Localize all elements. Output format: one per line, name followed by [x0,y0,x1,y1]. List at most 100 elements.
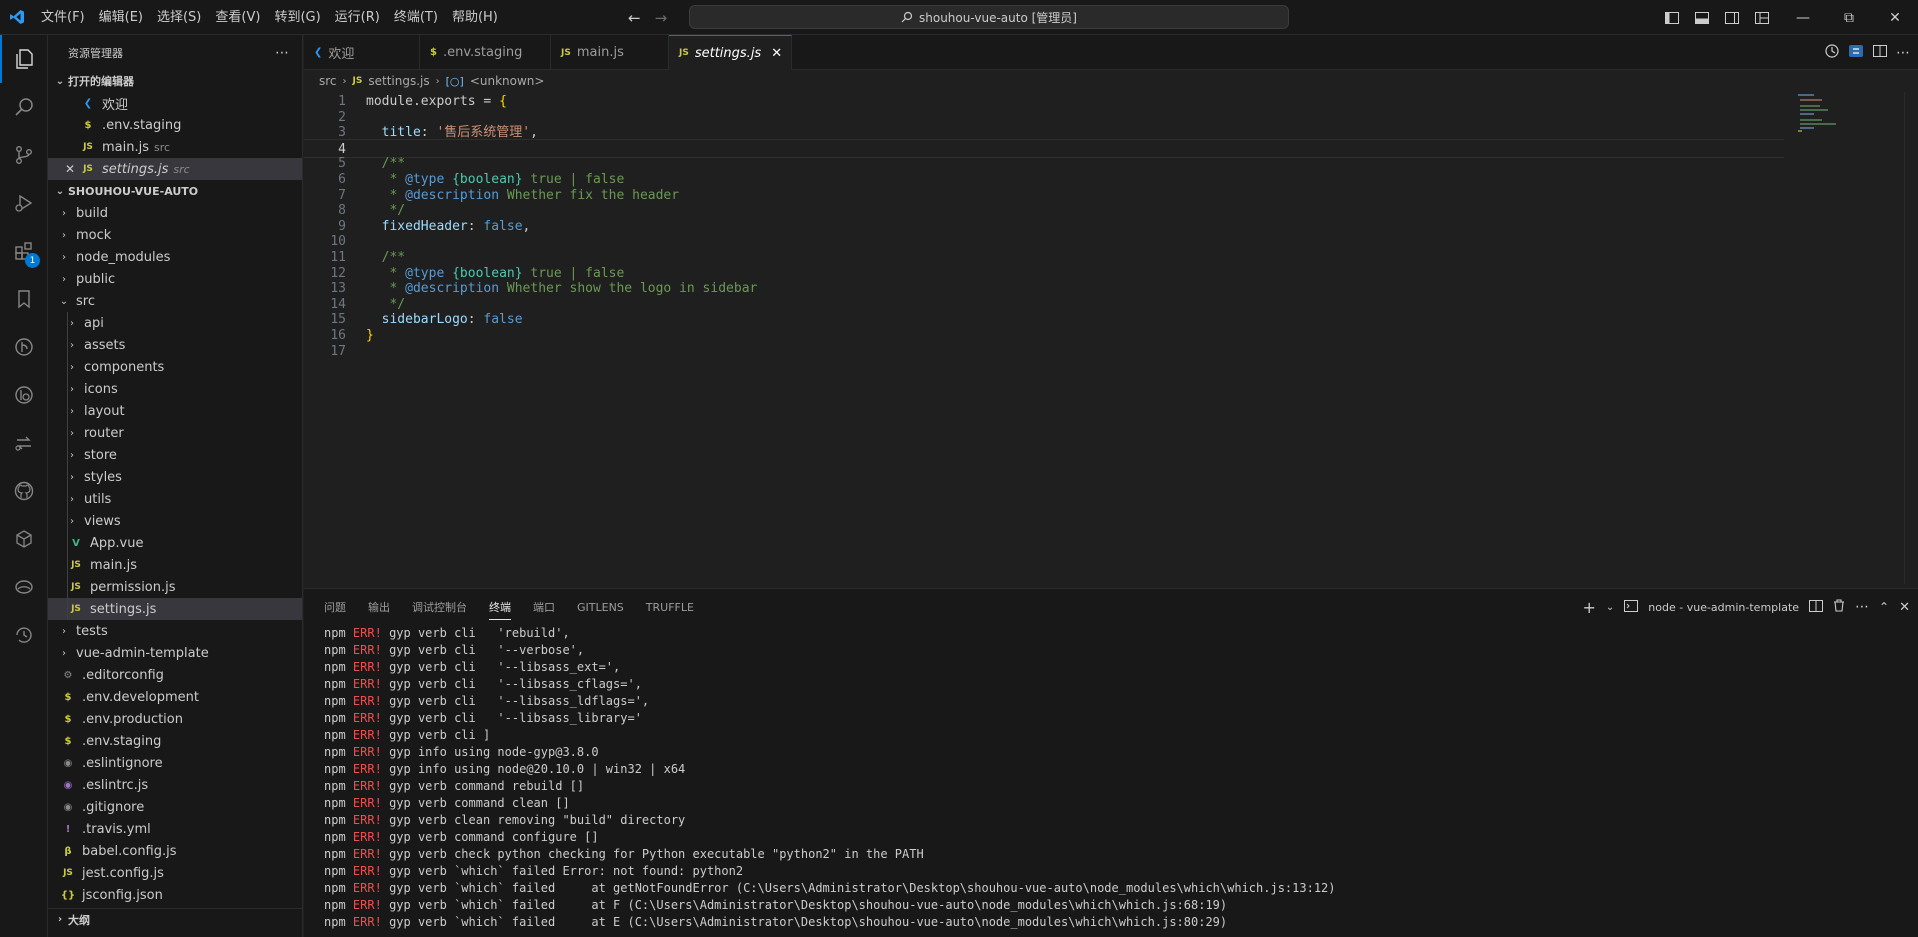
timeline-icon[interactable] [0,611,48,659]
run-debug-icon[interactable] [0,179,48,227]
editor-scrollbar[interactable] [1904,92,1914,584]
toggle-primary-sidebar-icon[interactable] [1660,0,1684,35]
tree-file[interactable]: JS jest.config.js [48,862,302,884]
tree-folder[interactable]: › layout [48,400,302,422]
open-editors-header[interactable]: ⌄ 打开的编辑器 [48,70,302,92]
menu-item[interactable]: 帮助(H) [445,0,505,35]
maximize-panel-icon[interactable]: ⌃ [1879,600,1889,614]
tree-file[interactable]: V App.vue [48,532,302,554]
tree-file[interactable]: ◉ .gitignore [48,796,302,818]
tree-file[interactable]: $ .env.staging [48,730,302,752]
tree-file[interactable]: ◉ .eslintrc.js [48,774,302,796]
breadcrumb-item[interactable]: <unknown> [470,74,545,88]
minimize-icon[interactable]: — [1780,0,1826,35]
tree-file[interactable]: β babel.config.js [48,840,302,862]
tree-folder[interactable]: › assets [48,334,302,356]
breadcrumb-item[interactable]: src [319,74,337,88]
tree-folder[interactable]: › styles [48,466,302,488]
breadcrumb-item[interactable]: settings.js [368,74,429,88]
menu-item[interactable]: 编辑(E) [92,0,150,35]
tree-file[interactable]: $ .env.development [48,686,302,708]
more-actions-icon[interactable]: ⋯ [1855,599,1869,615]
tree-file[interactable]: ⚙ .editorconfig [48,664,302,686]
tree-folder[interactable]: ⌄ src [48,290,302,312]
open-editor-item[interactable]: ❮ 欢迎 [48,92,302,114]
tree-folder[interactable]: › public [48,268,302,290]
tree-folder[interactable]: › mock [48,224,302,246]
cube-icon[interactable] [0,515,48,563]
editor-tab[interactable]: $ .env.staging [420,35,551,70]
split-editor-icon[interactable] [1872,43,1888,63]
menu-item[interactable]: 文件(F) [34,0,92,35]
toggle-panel-icon[interactable] [1690,0,1714,35]
close-icon[interactable]: ✕ [62,162,78,176]
open-editor-item[interactable]: JS main.js src [48,136,302,158]
panel-tab[interactable]: 问题 [324,599,346,615]
terminal-name[interactable]: node - vue-admin-template [1648,601,1799,614]
kill-terminal-icon[interactable] [1833,599,1845,615]
open-editor-item[interactable]: ✕ JS settings.js src [48,158,302,180]
more-actions-icon[interactable]: ⋯ [275,45,290,61]
remote-sync-icon[interactable] [0,419,48,467]
open-editor-item[interactable]: $ .env.staging [48,114,302,136]
tree-folder[interactable]: › store [48,444,302,466]
tree-file[interactable]: $ .env.production [48,708,302,730]
panel-tab[interactable]: TRUFFLE [646,601,694,614]
customize-layout-icon[interactable] [1750,0,1774,35]
tree-folder[interactable]: › router [48,422,302,444]
restore-icon[interactable]: ⧉ [1826,0,1872,35]
tree-folder[interactable]: › utils [48,488,302,510]
gitlens-icon[interactable] [0,323,48,371]
editor-tab[interactable]: JS settings.js ✕ [669,35,792,70]
menu-item[interactable]: 终端(T) [387,0,445,35]
tree-file[interactable]: ◉ .eslintignore [48,752,302,774]
chevron-down-icon[interactable]: ⌄ [1606,602,1614,613]
new-terminal-icon[interactable]: + [1583,598,1596,617]
more-actions-icon[interactable]: ⋯ [1896,45,1910,61]
tree-folder[interactable]: › views [48,510,302,532]
close-panel-icon[interactable]: ✕ [1899,600,1910,615]
panel-tab[interactable]: GITLENS [577,601,624,614]
panel-tab[interactable]: 端口 [533,599,555,615]
truffle-icon[interactable] [0,563,48,611]
github-icon[interactable] [0,467,48,515]
back-arrow-icon[interactable]: ← [628,9,641,27]
terminal-output[interactable]: npm ERR! gyp verb cli 'rebuild', npm ERR!… [324,625,1894,931]
minimap[interactable] [1790,92,1910,292]
editor-tab[interactable]: JS main.js [551,35,669,70]
close-tab-icon[interactable]: ✕ [771,46,782,61]
tree-folder[interactable]: › node_modules [48,246,302,268]
tree-file[interactable]: JS main.js [48,554,302,576]
gitlens-inspect-icon[interactable] [0,371,48,419]
bookmarks-icon[interactable] [0,275,48,323]
panel-tab[interactable]: 终端 [489,599,511,620]
command-center[interactable]: shouhou-vue-auto [管理员] [689,5,1289,29]
explorer-icon[interactable] [0,35,48,83]
tree-file[interactable]: {} jsconfig.json [48,884,302,906]
tree-file[interactable]: ! .travis.yml [48,818,302,840]
menu-item[interactable]: 运行(R) [328,0,387,35]
project-header[interactable]: ⌄ SHOUHOU-VUE-AUTO [48,180,302,202]
menu-item[interactable]: 选择(S) [150,0,208,35]
panel-tab[interactable]: 输出 [368,599,390,615]
timeline-history-icon[interactable] [1824,43,1840,63]
tree-folder[interactable]: › vue-admin-template [48,642,302,664]
forward-arrow-icon[interactable]: → [655,9,668,27]
toggle-secondary-sidebar-icon[interactable] [1720,0,1744,35]
tree-folder[interactable]: › components [48,356,302,378]
split-terminal-icon[interactable] [1809,599,1824,615]
tree-folder[interactable]: › build [48,202,302,224]
tree-file[interactable]: JS settings.js [48,598,302,620]
tree-file[interactable]: JS permission.js [48,576,302,598]
menu-item[interactable]: 查看(V) [208,0,267,35]
source-control-icon[interactable] [0,131,48,179]
outline-header[interactable]: › 大纲 [48,908,302,930]
close-window-icon[interactable]: ✕ [1872,0,1918,35]
editor-tab[interactable]: ❮ 欢迎 [304,35,420,70]
tree-folder[interactable]: › icons [48,378,302,400]
compare-changes-icon[interactable] [1848,43,1864,63]
menu-item[interactable]: 转到(G) [267,0,327,35]
search-view-icon[interactable] [0,83,48,131]
code-editor[interactable]: 1 module.exports = {2 3 title: '售后系统管理', 4 5… [304,92,1914,584]
panel-tab[interactable]: 调试控制台 [412,599,467,615]
